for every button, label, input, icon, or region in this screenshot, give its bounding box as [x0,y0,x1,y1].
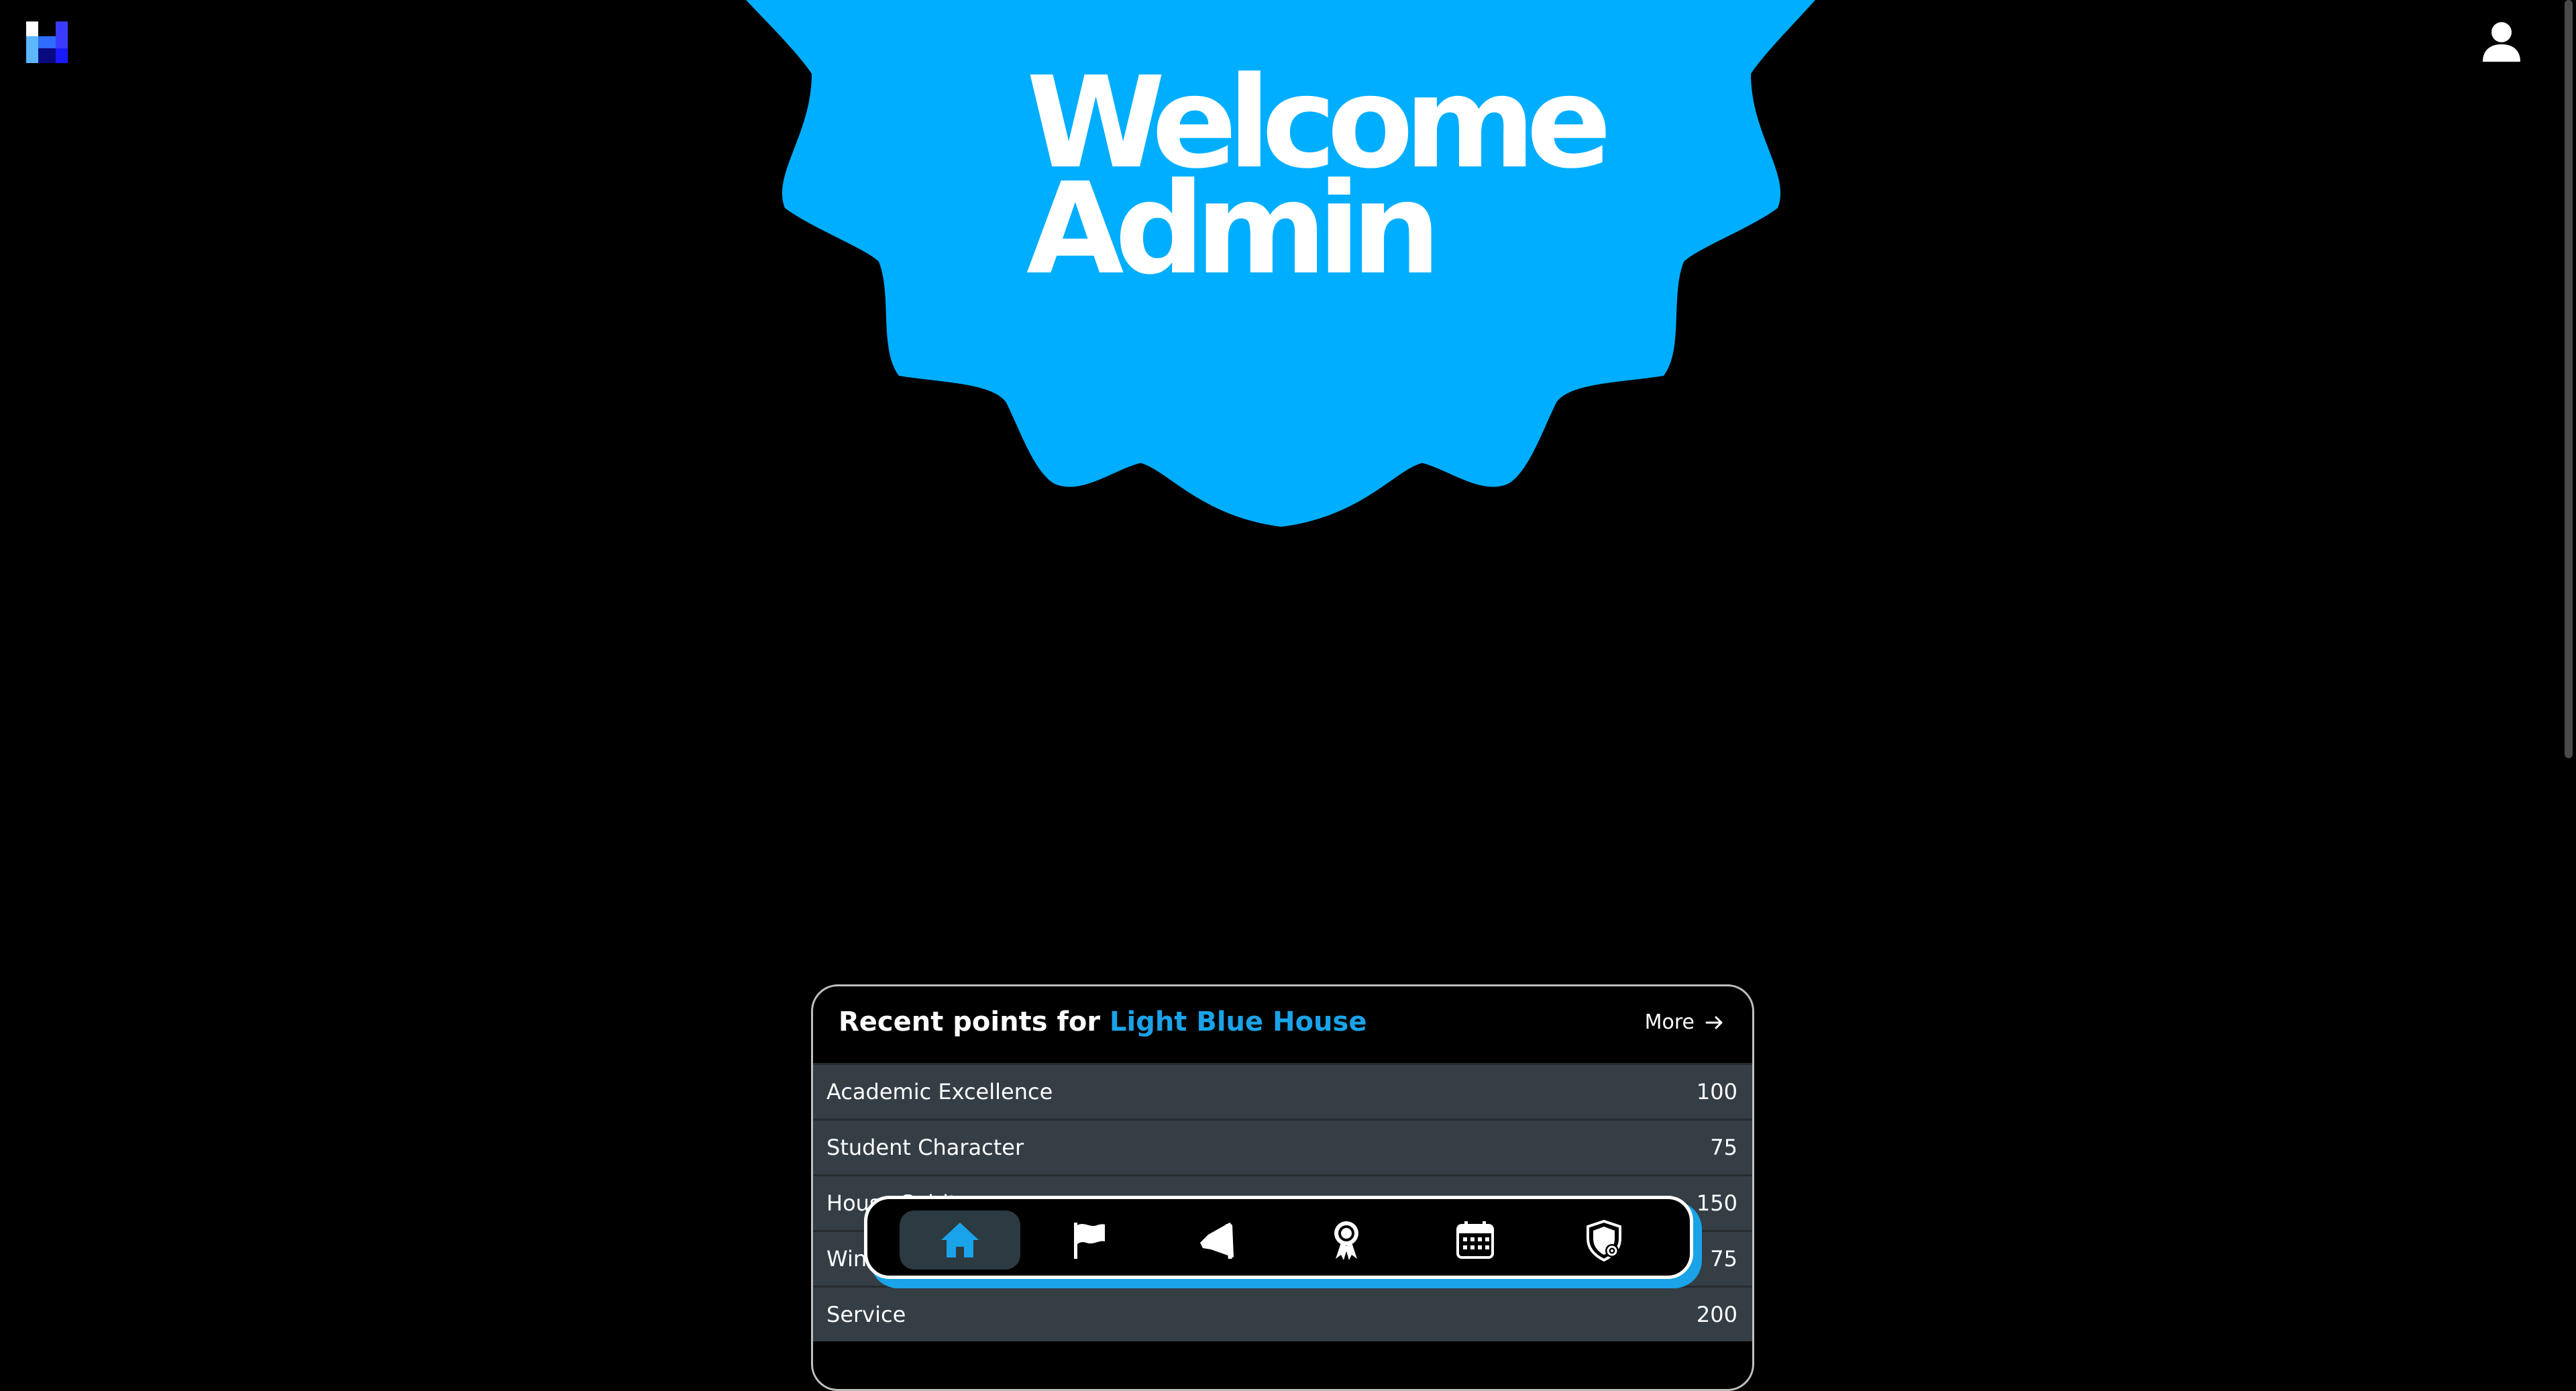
title-prefix: Recent points for [839,1007,1101,1037]
nav-admin[interactable] [1544,1210,1664,1270]
more-button[interactable]: More [1645,1011,1725,1034]
row-points: 100 [1696,1079,1737,1104]
award-ribbon-icon [1334,1221,1358,1260]
card-header: Recent points for Light Blue House More [813,986,1752,1063]
row-points: 150 [1696,1190,1737,1216]
app-logo[interactable] [26,21,68,63]
table-row[interactable]: Service 200 [813,1286,1752,1341]
more-label: More [1644,1011,1695,1034]
house-name: Light Blue House [1110,1007,1367,1037]
row-category: Student Character [826,1135,1024,1160]
recent-points-card: Recent points for Light Blue House More … [811,984,1754,1391]
calendar-icon [1456,1221,1494,1259]
row-points: 75 [1710,1246,1737,1272]
logo-cell-1 [26,21,38,36]
row-points: 75 [1710,1135,1737,1160]
nav-announcements[interactable] [1157,1210,1278,1270]
scrollbar-thumb[interactable] [2565,0,2573,758]
bottom-nav [864,1196,1693,1279]
arrow-right-icon [1705,1016,1723,1029]
user-icon[interactable] [2480,20,2523,63]
shield-icon [1587,1219,1621,1261]
table-row[interactable]: Student Character 75 [813,1119,1752,1174]
page-scrollbar[interactable] [2561,0,2576,1310]
row-category: Academic Excellence [826,1079,1053,1104]
nav-houses[interactable] [1028,1210,1149,1270]
nav-awards[interactable] [1286,1210,1407,1270]
nav-home[interactable] [900,1210,1020,1270]
table-row[interactable]: Academic Excellence 100 [813,1063,1752,1119]
flag-icon [1074,1223,1105,1259]
logo-bar-middle [38,36,56,48]
logo-cell-2 [56,48,68,63]
row-category: Service [826,1302,906,1327]
megaphone-icon [1200,1223,1234,1259]
home-icon [941,1223,979,1257]
card-title: Recent points for Light Blue House [839,1007,1366,1037]
row-points: 200 [1696,1302,1737,1327]
welcome-heading: Welcome Admin [1026,60,1612,293]
nav-events[interactable] [1415,1210,1536,1270]
logo-cell-3 [38,48,56,63]
